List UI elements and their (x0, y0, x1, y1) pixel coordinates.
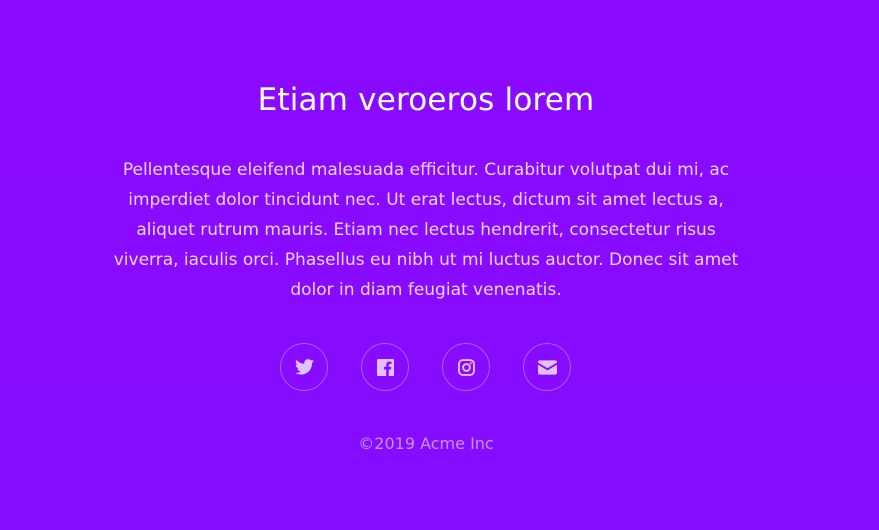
section-title: Etiam veroeros lorem (257, 82, 595, 118)
facebook-icon (376, 358, 394, 376)
envelope-icon (537, 359, 557, 375)
footer-section: Etiam veroeros lorem Pellentesque eleife… (0, 0, 879, 530)
email-link[interactable] (523, 343, 571, 391)
section-description: Pellentesque eleifend malesuada efficitu… (113, 160, 739, 300)
twitter-icon (294, 359, 314, 375)
facebook-link[interactable] (361, 343, 409, 391)
twitter-link[interactable] (280, 343, 328, 391)
social-links (280, 343, 571, 391)
instagram-link[interactable] (442, 343, 490, 391)
instagram-icon (457, 358, 475, 376)
copyright-text: ©2019 Acme Inc (358, 434, 494, 453)
